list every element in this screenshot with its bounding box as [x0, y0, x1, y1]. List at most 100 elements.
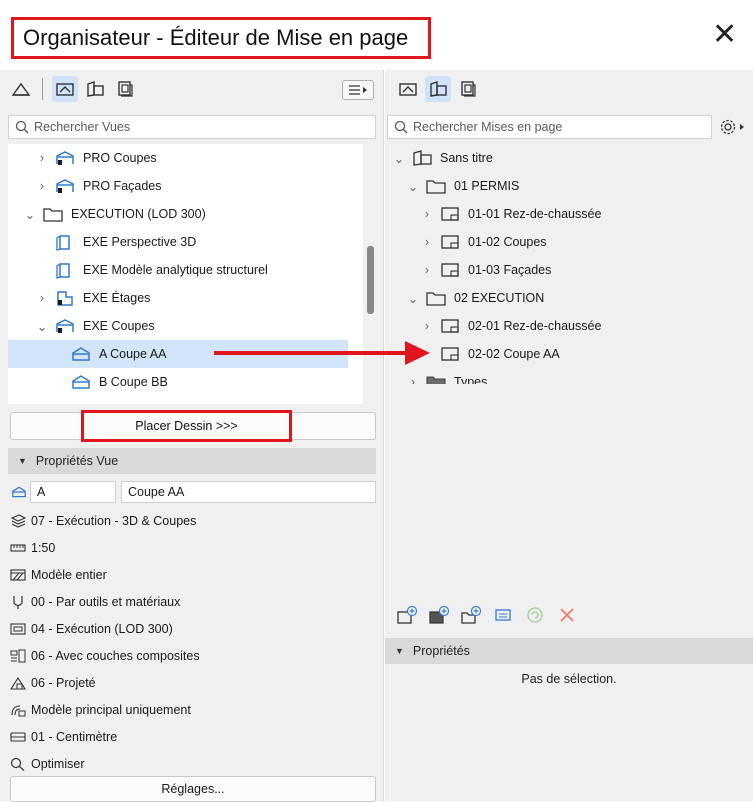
chevron-down-icon[interactable]: ⌄: [393, 152, 405, 166]
zoom-icon: [10, 757, 26, 771]
search-layouts-input[interactable]: Rechercher Mises en page: [387, 115, 712, 139]
collapse-triangle-icon: ▼: [18, 456, 27, 466]
left-toolbar: [0, 70, 383, 108]
section-icon: [10, 481, 30, 503]
new-master-icon[interactable]: [427, 603, 451, 627]
new-layout-icon[interactable]: [395, 603, 419, 627]
place-drawing-button[interactable]: Placer Dessin >>>: [81, 410, 292, 442]
search-views-input[interactable]: Rechercher Vues: [8, 115, 376, 139]
tree-item-coupe-bb[interactable]: B Coupe BB: [8, 368, 363, 396]
chevron-down-icon[interactable]: ⌄: [36, 320, 48, 334]
prop-label: 06 - Projeté: [31, 675, 96, 690]
layout-icon: [439, 317, 461, 335]
tree-item-02-01[interactable]: › 02-01 Rez-de-chaussée: [385, 312, 753, 340]
publisher-sets-icon[interactable]: [112, 76, 138, 102]
gear-icon[interactable]: [717, 114, 749, 140]
prop-dimension[interactable]: 01 - Centimètre: [10, 723, 117, 750]
right-toolbar: [385, 70, 753, 108]
chevron-down-icon[interactable]: ⌄: [407, 292, 419, 306]
prop-layer-combination[interactable]: 07 - Exécution - 3D & Coupes: [10, 507, 196, 534]
settings-button-label: Réglages...: [161, 782, 225, 796]
tree-item-execution-folder[interactable]: ⌄ EXECUTION (LOD 300): [8, 200, 363, 228]
folder-icon: [425, 289, 447, 307]
delete-icon[interactable]: [555, 603, 579, 627]
folder-icon: [42, 205, 64, 223]
prop-zoom[interactable]: Optimiser: [10, 750, 84, 777]
prop-label: Modèle principal uniquement: [31, 702, 191, 717]
section-view-icon: [54, 149, 76, 167]
tree-item-exe-etages[interactable]: › EXE Étages: [8, 284, 363, 312]
tree-item-label: 02-01 Rez-de-chaussée: [468, 319, 602, 333]
tree-item-pro-facades[interactable]: › PRO Façades: [8, 172, 363, 200]
scale-icon: [10, 541, 26, 555]
chevron-right-icon[interactable]: ›: [36, 179, 48, 193]
tree-item-label: B Coupe BB: [99, 375, 168, 389]
tree-scrollbar[interactable]: [367, 246, 374, 314]
place-drawing-label: Placer Dessin >>>: [135, 419, 238, 433]
properties-header[interactable]: ▼ Propriétés: [385, 638, 753, 664]
chevron-down-icon[interactable]: ⌄: [24, 208, 36, 222]
chevron-right-icon[interactable]: ›: [421, 235, 433, 249]
tree-item-sans-titre[interactable]: ⌄ Sans titre: [385, 144, 753, 172]
tree-item-coupe-aa[interactable]: A Coupe AA: [8, 340, 348, 368]
view-tree: › PRO Coupes › PRO Façades ⌄ EXECUTION (…: [8, 144, 363, 404]
tree-item-exe-modele[interactable]: EXE Modèle analytique structurel: [8, 256, 363, 284]
layout-settings-icon[interactable]: [491, 603, 515, 627]
chevron-right-icon[interactable]: ›: [407, 375, 419, 384]
prop-scale[interactable]: 1:50: [10, 534, 55, 561]
prop-label: 04 - Exécution (LOD 300): [31, 621, 173, 636]
settings-button[interactable]: Réglages...: [10, 776, 376, 802]
tree-item-exe-coupes[interactable]: ⌄ EXE Coupes: [8, 312, 363, 340]
section-icon: [70, 373, 92, 391]
publisher-sets-icon[interactable]: [455, 76, 481, 102]
chevron-down-icon[interactable]: ⌄: [407, 180, 419, 194]
chevron-right-icon[interactable]: ›: [36, 291, 48, 305]
layout-icon: [439, 345, 461, 363]
view-map-icon[interactable]: [52, 76, 78, 102]
tree-item-label: EXE Étages: [83, 291, 151, 305]
close-icon[interactable]: ✕: [712, 20, 737, 50]
no-selection-text: Pas de sélection.: [521, 672, 617, 686]
tree-item-types[interactable]: › Types: [385, 368, 753, 384]
tree-item-pro-coupes[interactable]: › PRO Coupes: [8, 144, 363, 172]
menu-icon[interactable]: [342, 80, 374, 100]
tree-item-label: 01-03 Façades: [468, 263, 552, 277]
tree-item-01-01[interactable]: › 01-01 Rez-de-chaussée: [385, 200, 753, 228]
tree-item-label: 01-02 Coupes: [468, 235, 547, 249]
chevron-right-icon[interactable]: ›: [421, 319, 433, 333]
layout-book-panel: Rechercher Mises en page ⌄ Sans titre ⌄ …: [385, 70, 753, 801]
tree-item-exe-perspective[interactable]: EXE Perspective 3D: [8, 228, 363, 256]
prop-graphic-override[interactable]: Modèle principal uniquement: [10, 696, 191, 723]
prop-model-view-options[interactable]: 04 - Exécution (LOD 300): [10, 615, 173, 642]
layout-book-icon[interactable]: [425, 76, 451, 102]
new-subset-icon[interactable]: [459, 603, 483, 627]
tree-item-02-02[interactable]: 02-02 Coupe AA: [385, 340, 753, 368]
prop-partial-structure[interactable]: 06 - Avec couches composites: [10, 642, 200, 669]
tree-item-01-02[interactable]: › 01-02 Coupes: [385, 228, 753, 256]
prop-label: 1:50: [31, 540, 56, 555]
floor-plan-icon: [54, 289, 76, 307]
project-map-icon[interactable]: [8, 76, 34, 102]
view-name-field[interactable]: Coupe AA: [121, 481, 376, 503]
layout-book-icon[interactable]: [82, 76, 108, 102]
layer-combination-icon: [10, 513, 26, 528]
chevron-right-icon[interactable]: ›: [421, 263, 433, 277]
layout-icon: [439, 205, 461, 223]
view-properties-header[interactable]: ▼ Propriétés Vue: [8, 448, 376, 474]
tree-item-01-permis[interactable]: ⌄ 01 PERMIS: [385, 172, 753, 200]
tree-item-label: PRO Façades: [83, 179, 162, 193]
tree-item-01-03[interactable]: › 01-03 Façades: [385, 256, 753, 284]
prop-renovation-filter[interactable]: 06 - Projeté: [10, 669, 96, 696]
prop-structure-display[interactable]: Modèle entier: [10, 561, 107, 588]
chevron-right-icon[interactable]: ›: [36, 151, 48, 165]
tree-item-02-execution[interactable]: ⌄ 02 EXECUTION: [385, 284, 753, 312]
view-properties-title: Propriétés Vue: [35, 454, 119, 468]
view-map-icon[interactable]: [395, 76, 421, 102]
chevron-right-icon[interactable]: ›: [421, 207, 433, 221]
view-id-field[interactable]: A: [30, 481, 116, 503]
prop-pen-set[interactable]: 00 - Par outils et matériaux: [10, 588, 180, 615]
graphic-override-icon: [10, 703, 26, 717]
refresh-icon[interactable]: [523, 603, 547, 627]
3d-view-icon: [54, 261, 76, 279]
title-highlight-box: Organisateur - Éditeur de Mise en page: [11, 17, 431, 59]
